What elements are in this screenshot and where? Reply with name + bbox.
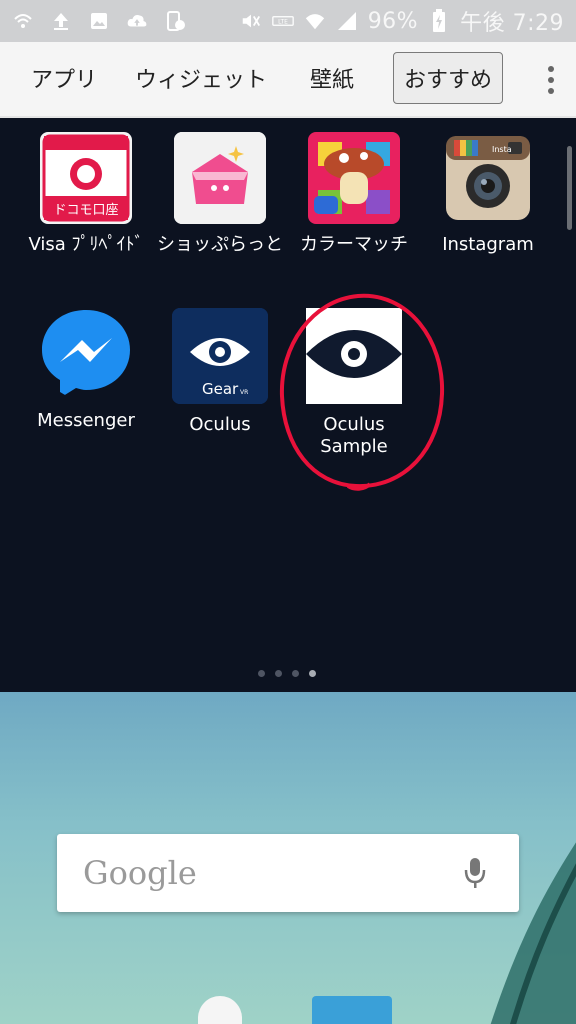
- app-label: Oculus: [189, 414, 251, 435]
- app-shop-plat[interactable]: ショッぷらっと: [153, 132, 287, 256]
- app-label: Visa ﾌﾟﾘﾍﾟｲﾄﾞ: [28, 234, 144, 255]
- signal-icon: [336, 10, 358, 32]
- svg-text:ドコモ口座: ドコモ口座: [53, 203, 118, 218]
- cloud-upload-icon: [126, 10, 148, 32]
- wifi-icon: [304, 10, 326, 32]
- annotation-circle: [279, 293, 445, 491]
- page-dot-active[interactable]: [309, 670, 316, 677]
- app-label: Instagram: [442, 234, 534, 255]
- svg-text:VR: VR: [240, 389, 248, 396]
- volte-icon: LTE: [271, 10, 294, 32]
- mic-icon[interactable]: [461, 856, 489, 890]
- image-icon: [88, 10, 110, 32]
- page-dot[interactable]: [292, 670, 299, 677]
- messenger-icon: [40, 308, 132, 400]
- app-instagram[interactable]: Insta Instagram: [421, 132, 555, 256]
- page-dot[interactable]: [275, 670, 282, 677]
- battery-charging-icon: [428, 9, 450, 32]
- oculus-gear-vr-icon: Gear VR: [172, 308, 268, 404]
- svg-text:Insta: Insta: [492, 145, 512, 154]
- overflow-menu-icon[interactable]: [546, 66, 556, 94]
- battery-percent: 96%: [367, 8, 419, 34]
- app-oculus[interactable]: Gear VR Oculus: [153, 308, 287, 436]
- scrollbar[interactable]: [567, 146, 572, 230]
- tab-wallpaper[interactable]: 壁紙: [292, 42, 372, 114]
- svg-text:LTE: LTE: [278, 20, 288, 26]
- app-label: Messenger: [37, 410, 135, 431]
- status-bar: LTE 96% 午後 7:29: [0, 0, 576, 42]
- dock-app-icon[interactable]: [198, 996, 242, 1024]
- drawer-tabs: アプリ ウィジェット 壁紙 おすすめ: [0, 42, 576, 158]
- wifi-calling-icon: [12, 10, 34, 32]
- tab-widgets[interactable]: ウィジェット: [126, 42, 276, 114]
- page-indicator: [258, 670, 316, 677]
- app-visa-prepaid[interactable]: ドコモ口座 Visa ﾌﾟﾘﾍﾟｲﾄﾞ: [19, 132, 153, 256]
- svg-text:Gear: Gear: [202, 380, 239, 398]
- google-search-bar[interactable]: Google: [57, 834, 519, 912]
- page-dot[interactable]: [258, 670, 265, 677]
- google-logo: Google: [83, 854, 197, 892]
- recommend-button[interactable]: おすすめ: [393, 52, 503, 104]
- mute-icon: [240, 10, 262, 32]
- app-label: カラーマッチ: [300, 234, 408, 255]
- app-color-match[interactable]: カラーマッチ: [287, 132, 421, 256]
- dock-folder-icon[interactable]: [312, 996, 392, 1024]
- app-messenger[interactable]: Messenger: [19, 308, 153, 432]
- clock: 午後 7:29: [460, 11, 564, 36]
- home-screen[interactable]: Google: [0, 692, 576, 1024]
- device-sync-icon: [164, 10, 186, 32]
- color-match-icon: [308, 132, 400, 224]
- app-label: ショッぷらっと: [157, 234, 283, 255]
- tab-apps[interactable]: アプリ: [8, 42, 120, 114]
- instagram-icon: Insta: [442, 132, 534, 224]
- upload-icon: [50, 10, 72, 32]
- docomo-koza-icon: ドコモ口座: [40, 132, 132, 224]
- shop-plat-icon: [174, 132, 266, 224]
